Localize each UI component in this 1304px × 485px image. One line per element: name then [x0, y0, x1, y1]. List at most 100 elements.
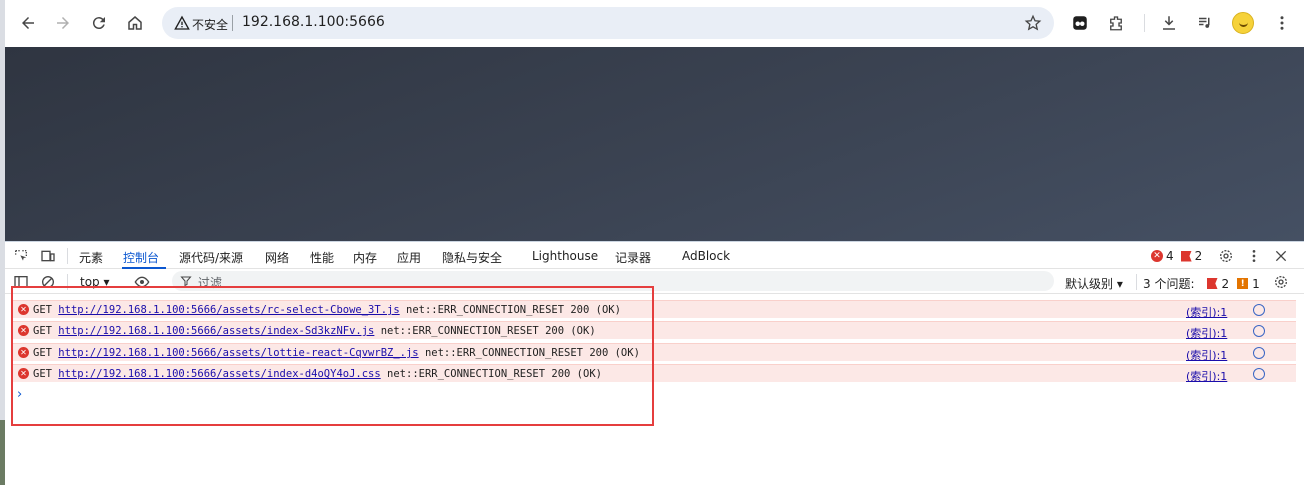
request-url-link[interactable]: http://192.168.1.100:5666/assets/index-d… [58, 368, 380, 380]
request-url-link[interactable]: http://192.168.1.100:5666/assets/lottie-… [58, 347, 418, 359]
request-url-link[interactable]: http://192.168.1.100:5666/assets/rc-sele… [58, 304, 399, 316]
bookmark-star-icon[interactable] [1024, 14, 1042, 32]
reload-icon [92, 17, 105, 30]
source-link[interactable]: (索引):1 [1186, 368, 1227, 384]
arrow-left-icon [22, 17, 34, 29]
page-viewport [5, 47, 1304, 241]
issues-error-count: 2 [1221, 276, 1230, 291]
error-icon: ✕ [1151, 250, 1163, 262]
tab-network[interactable]: 网络 [265, 249, 289, 266]
toolbar-divider [1144, 14, 1145, 32]
console-settings-icon[interactable] [1273, 274, 1289, 290]
more-vertical-icon[interactable] [1246, 248, 1262, 264]
filter-divider [67, 274, 68, 290]
context-selector[interactable]: top ▾ [80, 275, 110, 289]
source-link[interactable]: (索引):1 [1186, 304, 1227, 320]
url-text[interactable]: 192.168.1.100:5666 [242, 14, 385, 30]
extension-button[interactable] [1069, 12, 1091, 34]
tab-adblock[interactable]: AdBlock [682, 249, 730, 263]
clear-console-icon[interactable] [40, 274, 56, 290]
request-method: GET [33, 325, 52, 337]
address-bar[interactable]: 不安全 192.168.1.100:5666 [162, 7, 1054, 39]
inspect-element-icon[interactable] [13, 248, 29, 264]
download-icon [1163, 16, 1175, 30]
address-divider [232, 15, 233, 31]
request-method: GET [33, 368, 52, 380]
forward-button[interactable] [50, 10, 76, 36]
tab-console[interactable]: 控制台 [123, 249, 159, 266]
issue-error-icon [1206, 278, 1218, 289]
settings-gear-icon[interactable] [1218, 248, 1234, 264]
error-message: net::ERR_CONNECTION_RESET 200 (OK) [406, 304, 621, 316]
eye-icon[interactable] [134, 274, 150, 290]
console-error-row: ✕ GET http://192.168.1.100:5666/assets/i… [13, 321, 1296, 341]
request-method: GET [33, 304, 52, 316]
tab-sources[interactable]: 源代码/来源 [179, 249, 243, 266]
not-secure-label[interactable]: 不安全 [192, 16, 228, 33]
arrow-right-icon [57, 17, 69, 29]
filter-funnel-icon [180, 276, 192, 287]
tab-privacy-security[interactable]: 隐私与安全 [442, 249, 502, 266]
tab-performance[interactable]: 性能 [310, 249, 334, 266]
console-error-row: ✕ GET http://192.168.1.100:5666/assets/i… [13, 364, 1296, 384]
error-message: net::ERR_CONNECTION_RESET 200 (OK) [380, 325, 596, 337]
close-icon[interactable] [1273, 248, 1289, 264]
error-icon: ✕ [18, 368, 29, 379]
active-tab-indicator [122, 267, 166, 269]
device-toolbar-icon[interactable] [40, 248, 56, 264]
log-levels-dropdown[interactable]: 默认级别 ▾ [1065, 275, 1123, 292]
console-error-row: ✕ GET http://192.168.1.100:5666/assets/l… [13, 343, 1296, 363]
error-count-badge[interactable]: ✕ 4 2 [1151, 249, 1202, 263]
sidebar-toggle-icon[interactable] [13, 274, 29, 290]
tab-lighthouse[interactable]: Lighthouse [532, 249, 598, 263]
filter-placeholder: 过滤 [198, 276, 223, 290]
warning-triangle-icon [174, 15, 190, 30]
error-icon: ✕ [18, 347, 29, 358]
error-icon: ✕ [18, 304, 29, 315]
network-request-icon[interactable] [1253, 304, 1265, 316]
issue-warning-icon: ! [1237, 278, 1249, 289]
profile-avatar[interactable] [1232, 12, 1254, 34]
tab-memory[interactable]: 内存 [353, 249, 377, 266]
console-prompt[interactable]: › [17, 387, 22, 402]
more-vertical-icon [1280, 16, 1284, 30]
levels-divider [1136, 274, 1137, 290]
puzzle-icon [1110, 16, 1122, 31]
console-output: ✕ GET http://192.168.1.100:5666/assets/r… [5, 296, 1304, 485]
source-link[interactable]: (索引):1 [1186, 325, 1227, 341]
browser-menu-button[interactable] [1271, 12, 1293, 34]
downloads-button[interactable] [1158, 12, 1180, 34]
network-request-icon[interactable] [1253, 368, 1265, 380]
music-queue-icon [1199, 17, 1210, 28]
error-message: net::ERR_CONNECTION_RESET 200 (OK) [387, 368, 602, 380]
request-method: GET [33, 347, 52, 359]
console-toolbar: top ▾ 过滤 默认级别 ▾ 3 个问题: 2 ! 1 [5, 270, 1304, 294]
extensions-menu-button[interactable] [1105, 12, 1127, 34]
network-request-icon[interactable] [1253, 325, 1265, 337]
tab-application[interactable]: 应用 [397, 249, 421, 266]
reload-button[interactable] [86, 10, 112, 36]
extension-badge-icon [1073, 16, 1087, 30]
devtools-tabbar: 元素 控制台 源代码/来源 网络 性能 内存 应用 隐私与安全 Lighthou… [5, 241, 1304, 269]
issues-counter[interactable]: 3 个问题: 2 ! 1 [1143, 275, 1260, 292]
error-icon: ✕ [18, 325, 29, 336]
home-button[interactable] [122, 10, 148, 36]
request-url-link[interactable]: http://192.168.1.100:5666/assets/index-S… [58, 325, 374, 337]
issue-flag-count: 2 [1194, 249, 1203, 263]
back-button[interactable] [15, 10, 41, 36]
home-icon [128, 16, 142, 30]
network-request-icon[interactable] [1253, 347, 1265, 359]
error-count: 4 [1166, 249, 1174, 263]
error-message: net::ERR_CONNECTION_RESET 200 (OK) [424, 347, 640, 359]
console-error-row: ✕ GET http://192.168.1.100:5666/assets/r… [13, 300, 1296, 320]
tab-elements[interactable]: 元素 [79, 249, 103, 266]
browser-toolbar: 不安全 192.168.1.100:5666 [5, 0, 1304, 47]
tab-recorder[interactable]: 记录器 [615, 249, 651, 266]
tabbar-divider [67, 248, 68, 264]
source-link[interactable]: (索引):1 [1186, 347, 1227, 363]
filter-input[interactable]: 过滤 [172, 271, 1054, 291]
media-controls-button[interactable] [1194, 12, 1216, 34]
issues-warning-count: 1 [1252, 276, 1260, 291]
issue-flag-icon [1180, 250, 1192, 262]
issues-label: 3 个问题: [1143, 277, 1195, 291]
